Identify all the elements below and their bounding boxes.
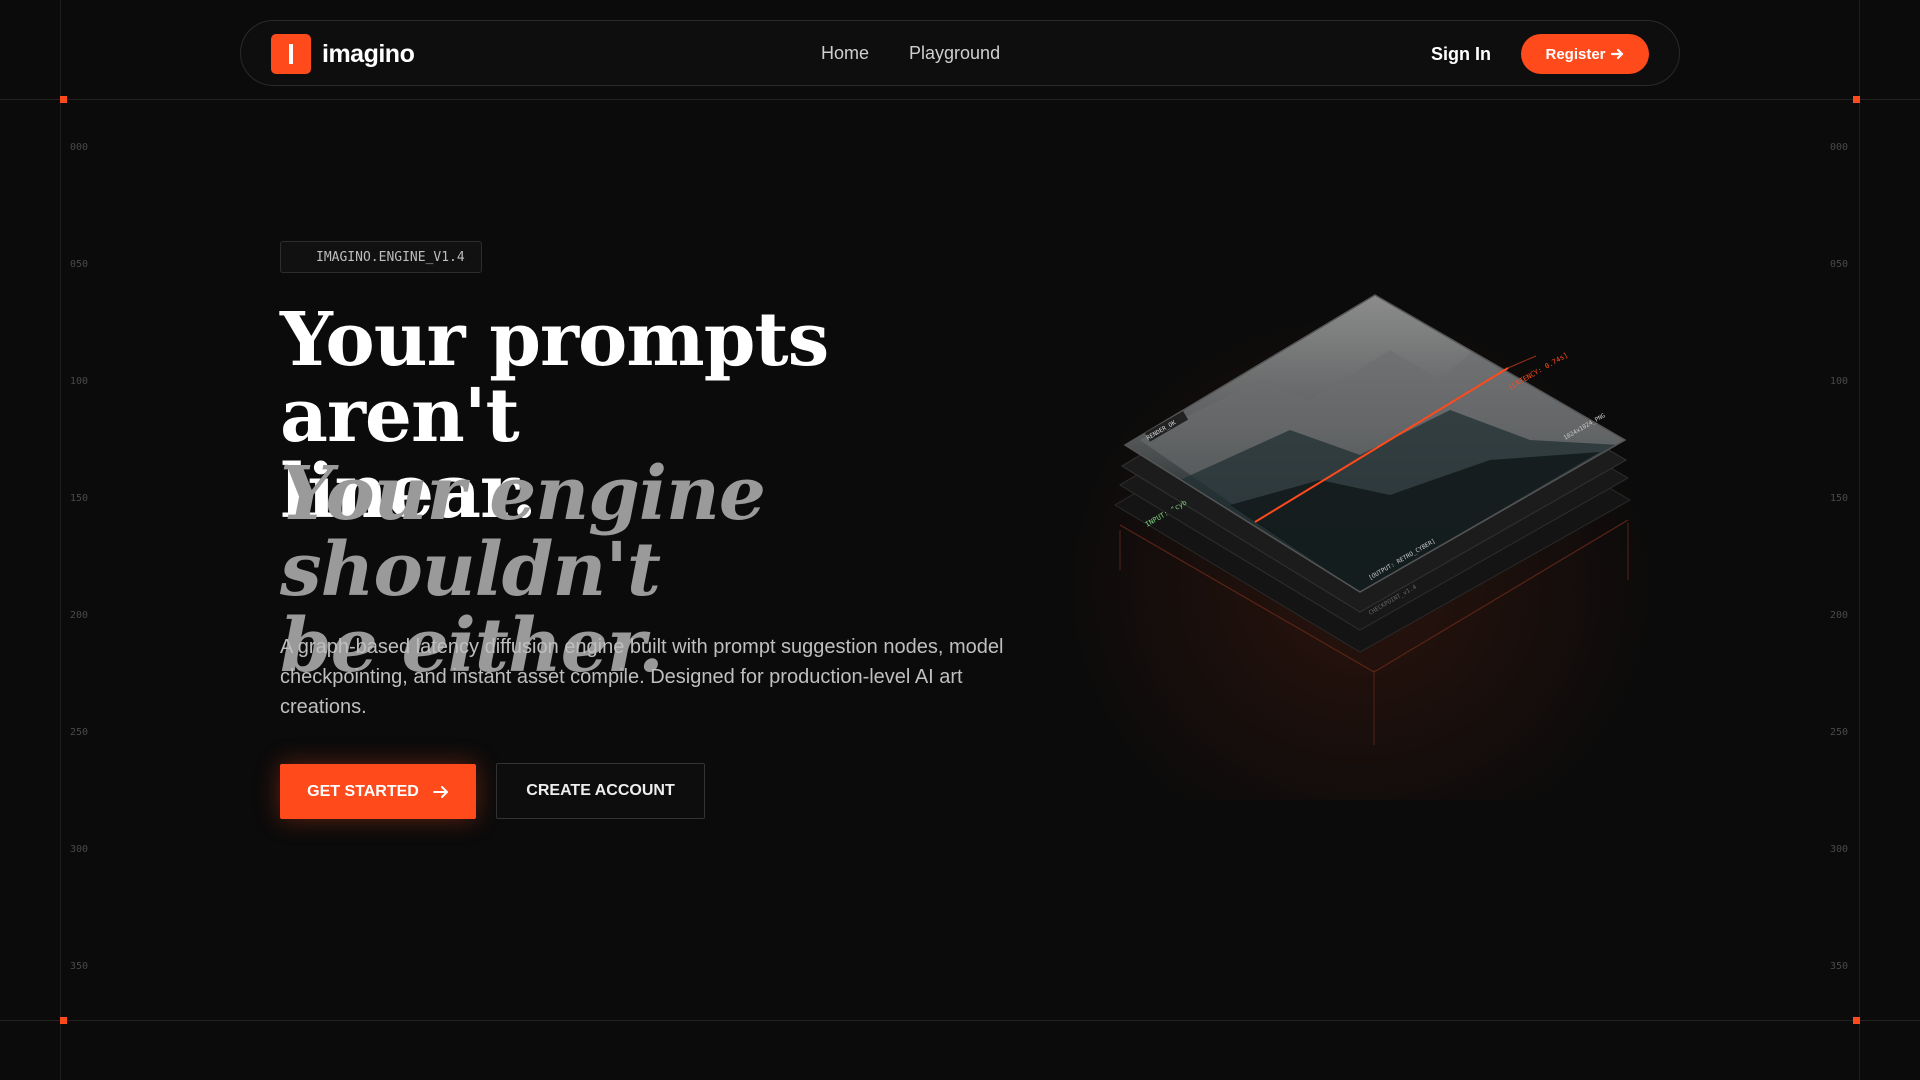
ruler-tick: 300 xyxy=(70,844,89,855)
sign-in-link[interactable]: Sign In xyxy=(1431,44,1491,65)
ruler-tick: 050 xyxy=(1830,259,1849,270)
ruler-tick: 050 xyxy=(70,259,89,270)
corner-marker xyxy=(1853,96,1860,103)
engine-illustration: RENDER_OK [LATENCY: 0.74s] 1024x1024_PNG… xyxy=(1060,240,1660,800)
get-started-button[interactable]: GET STARTED xyxy=(280,764,476,819)
ruler-tick: 300 xyxy=(1830,844,1849,855)
corner-marker xyxy=(60,1017,67,1024)
nav-link-home[interactable]: Home xyxy=(821,43,869,64)
ruler-tick: 200 xyxy=(1830,610,1849,621)
ruler-tick: 350 xyxy=(70,961,89,972)
brand-logo[interactable]: imagino xyxy=(271,34,415,74)
hero-description: A graph-based latency diffusion engine b… xyxy=(280,636,1004,718)
guide-line-left xyxy=(60,0,61,1080)
arrow-right-icon xyxy=(1610,48,1623,60)
nav-link-playground[interactable]: Playground xyxy=(909,43,1000,64)
guide-line-right xyxy=(1859,0,1860,1080)
subheadline-line-1: Your engine shouldn't xyxy=(280,451,766,613)
ruler-tick: 100 xyxy=(70,376,89,387)
create-account-button[interactable]: CREATE ACCOUNT xyxy=(496,763,705,819)
guide-line-bottom xyxy=(0,1020,1920,1021)
register-button[interactable]: Register xyxy=(1521,34,1649,74)
corner-marker xyxy=(60,96,67,103)
ruler-tick: 250 xyxy=(1830,727,1849,738)
register-label: Register xyxy=(1545,45,1606,63)
nav-links: Home Playground xyxy=(821,43,1000,64)
ruler-tick: 000 xyxy=(1830,142,1849,153)
get-started-label: GET STARTED xyxy=(307,782,419,800)
ruler-tick: 000 xyxy=(70,142,89,153)
top-navbar: imagino Home Playground Sign In Register xyxy=(240,20,1680,86)
logo-icon xyxy=(271,34,311,74)
headline-line-1: Your prompts aren't xyxy=(280,297,829,459)
guide-line-top xyxy=(0,99,1920,100)
ruler-tick: 350 xyxy=(1830,961,1849,972)
version-badge: IMAGINO.ENGINE_V1.4 xyxy=(280,241,482,273)
ruler-tick: 100 xyxy=(1830,376,1849,387)
brand-name: imagino xyxy=(322,39,415,68)
layered-render-graphic: RENDER_OK [LATENCY: 0.74s] 1024x1024_PNG… xyxy=(1060,240,1660,800)
ruler-tick: 200 xyxy=(70,610,89,621)
corner-marker xyxy=(1853,1017,1860,1024)
arrow-right-icon xyxy=(432,785,448,798)
ruler-tick: 150 xyxy=(70,493,89,504)
ruler-tick: 150 xyxy=(1830,493,1849,504)
ruler-tick: 250 xyxy=(70,727,89,738)
